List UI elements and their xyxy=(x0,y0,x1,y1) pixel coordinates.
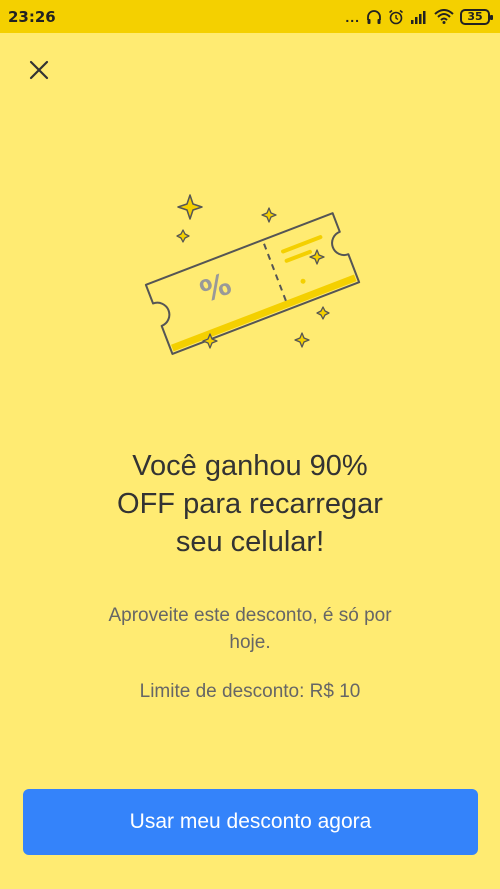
headline-line: OFF para recarregar xyxy=(117,488,383,520)
status-bar: 23:26 ... 35 xyxy=(0,0,500,33)
coupon-illustration: % xyxy=(130,185,370,365)
signal-icon xyxy=(410,10,428,24)
coupon-ticket-icon: % xyxy=(144,194,361,355)
status-time: 23:26 xyxy=(8,7,56,26)
more-dots: ... xyxy=(345,8,360,25)
battery-icon: 35 xyxy=(460,8,493,25)
wifi-icon xyxy=(434,9,454,24)
headphones-icon xyxy=(366,9,382,25)
alarm-icon xyxy=(388,9,404,25)
close-button[interactable] xyxy=(24,57,54,87)
subtext-line: Aproveite este desconto, é só por xyxy=(108,605,392,626)
headline-line: seu celular! xyxy=(175,526,325,558)
promo-headline: Você ganhou 90% OFF para recarregar seu … xyxy=(40,447,460,561)
subtext-line: hoje. xyxy=(229,632,271,653)
battery-level: 35 xyxy=(467,10,483,23)
discount-limit: Limite de desconto: R$ 10 xyxy=(139,681,361,702)
close-icon xyxy=(29,60,49,85)
promo-subtext: Aproveite este desconto, é só por hoje. xyxy=(60,602,440,656)
use-discount-button[interactable]: Usar meu desconto agora xyxy=(23,789,478,855)
status-icons: ... 35 xyxy=(345,8,493,25)
headline-line: Você ganhou 90% xyxy=(132,450,368,482)
